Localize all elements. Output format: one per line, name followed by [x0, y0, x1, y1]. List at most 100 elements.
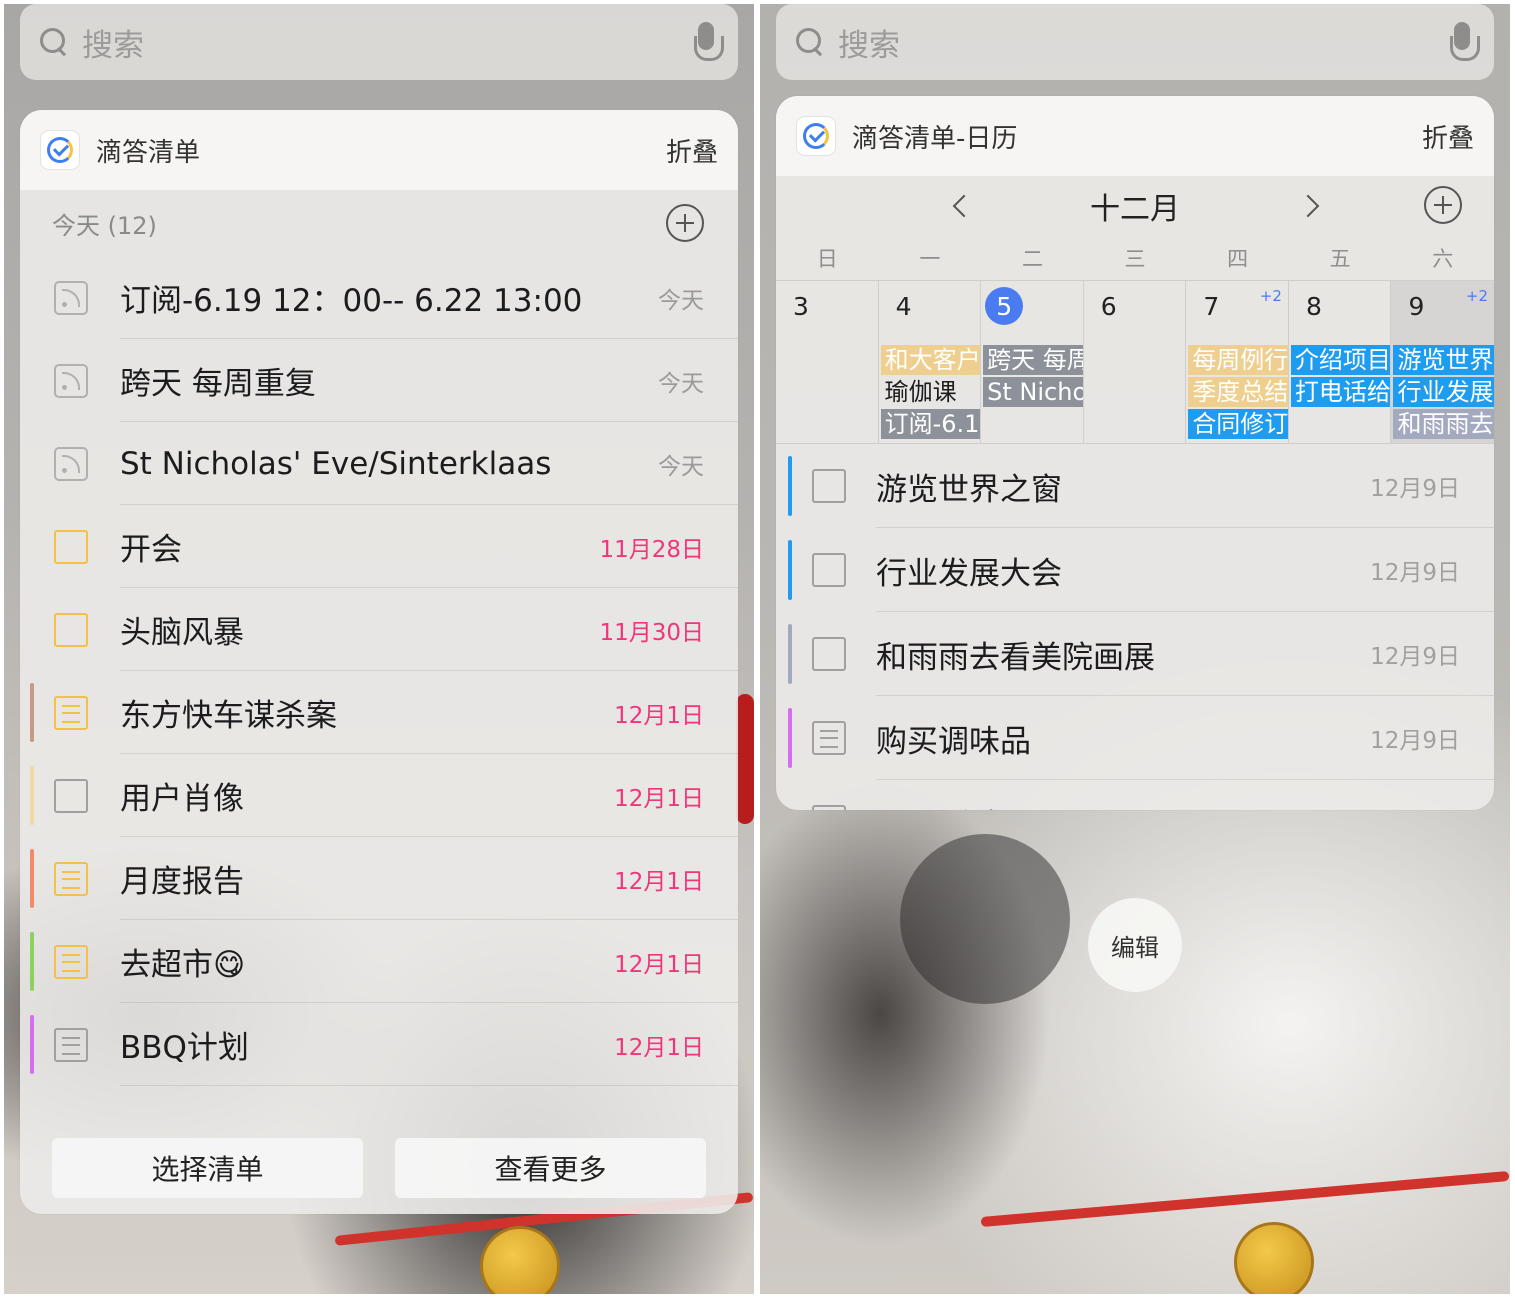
calendar-widget: 滴答清单-日历 折叠 十二月 日一二三四五六 3 4 和大客户 瑜伽课 订阅-6.1 5 跨…	[776, 96, 1494, 810]
item-date: 12月9日	[1370, 644, 1460, 670]
search-bar[interactable]: 搜索	[776, 4, 1494, 80]
add-task-icon[interactable]	[666, 204, 704, 242]
microphone-icon[interactable]	[1450, 22, 1480, 62]
calendar-event[interactable]: 每周例行	[1188, 345, 1288, 375]
day-number: 5	[985, 287, 1024, 325]
item-date: 12月1日	[614, 785, 704, 812]
item-title: 东方快车谋杀案	[120, 698, 337, 734]
weekday-row: 日一二三四五六	[776, 236, 1494, 280]
calendar-event[interactable]: 介绍项目	[1290, 345, 1391, 375]
week-row: 3 4 和大客户 瑜伽课 订阅-6.1 5 跨天 每周 St Nicho 6 7 +2 每周例行 季度总…	[776, 280, 1494, 444]
list-item[interactable]: 东方快车谋杀案 12月1日	[20, 671, 738, 754]
list-color-bar	[30, 600, 34, 659]
calendar-event[interactable]: 跨天 每周	[983, 345, 1083, 375]
search-bar[interactable]: 搜索	[20, 4, 738, 80]
calendar-event[interactable]: 打电话给	[1290, 377, 1391, 407]
checkbox-icon[interactable]	[54, 778, 88, 813]
widget-footer: 选择清单 查看更多	[20, 1086, 738, 1214]
calendar-day[interactable]: 9 +2 游览世界 行业发展 和雨雨去	[1391, 281, 1494, 443]
checkbox-icon[interactable]	[54, 529, 88, 564]
list-item[interactable]: St Nicholas' Eve/Sinterklaas 今天	[20, 422, 738, 505]
list-item[interactable]: 行业发展大会 12月9日	[776, 528, 1494, 612]
view-more-button[interactable]: 查看更多	[395, 1138, 706, 1198]
list-item[interactable]: 月度报告 12月1日	[20, 837, 738, 920]
item-title: 去超市😋	[120, 947, 246, 983]
list-color-bar	[30, 268, 34, 327]
widget-header: 滴答清单-日历 折叠	[776, 96, 1494, 176]
list-item[interactable]: 跨天 每周重复 今天	[20, 339, 738, 422]
weekday-label: 六	[1432, 247, 1454, 271]
left-screen: 搜索 滴答清单 折叠 今天 (12) 订阅-6.19 12：00-- 6.22 …	[4, 4, 754, 1294]
calendar-day[interactable]: 4 和大客户 瑜伽课 订阅-6.1	[879, 281, 982, 443]
calendar-day[interactable]: 3	[776, 281, 879, 443]
weekday-label: 一	[919, 247, 941, 271]
day-task-list: 游览世界之窗 12月9日 行业发展大会 12月9日 和雨雨去看美院画展 12月9日 购买调味…	[776, 444, 1494, 810]
collapse-button[interactable]: 折叠	[1422, 118, 1474, 155]
list-item[interactable]: BBQ计划 12月1日	[20, 1003, 738, 1086]
list-item[interactable]: 头脑风暴 11月30日	[20, 588, 738, 671]
edit-button[interactable]: 编辑	[1088, 898, 1182, 992]
checkbox-icon[interactable]	[812, 553, 846, 587]
day-events: 和大客户 瑜伽课 订阅-6.1	[880, 345, 981, 441]
checkbox-icon[interactable]	[812, 469, 846, 503]
microphone-icon[interactable]	[694, 22, 724, 62]
widget-title: 滴答清单	[96, 137, 201, 168]
item-title: 和雨雨去看美院画展	[876, 639, 1155, 676]
note-icon	[54, 944, 88, 979]
select-list-button[interactable]: 选择清单	[52, 1138, 363, 1198]
list-color-bar	[30, 351, 34, 410]
wallpaper-eye	[900, 834, 1070, 1004]
item-title: 头脑风暴	[120, 615, 244, 651]
day-number: 9	[1408, 291, 1425, 321]
calendar-event[interactable]: 游览世界	[1393, 345, 1494, 375]
app-logo-icon	[796, 116, 836, 156]
calendar-event[interactable]: 行业发展	[1393, 377, 1494, 407]
list-item[interactable]: 和雨雨去看美院画展 12月9日	[776, 612, 1494, 696]
list-color-bar	[30, 517, 34, 576]
calendar-day[interactable]: 7 +2 每周例行 季度总结 合同修订	[1186, 281, 1289, 443]
calendar-event[interactable]: 季度总结	[1188, 377, 1288, 407]
list-item[interactable]: 开会 11月28日	[20, 505, 738, 588]
calendar-day[interactable]: 8 介绍项目 打电话给	[1289, 281, 1392, 443]
item-date: 12月9日	[1370, 476, 1460, 502]
search-placeholder: 搜索	[838, 27, 900, 64]
calendar-day[interactable]: 6	[1084, 281, 1187, 443]
list-item[interactable]: 去超市😋 12月1日	[20, 920, 738, 1003]
note-icon	[54, 1027, 88, 1062]
list-color-bar	[788, 624, 792, 684]
list-item[interactable]: 购买调味品 12月9日	[776, 696, 1494, 780]
weekday-label: 四	[1227, 247, 1249, 271]
checkbox-icon[interactable]	[54, 612, 88, 647]
todo-widget: 滴答清单 折叠 今天 (12) 订阅-6.19 12：00-- 6.22 13:…	[20, 110, 738, 1214]
list-item[interactable]: 订阅-6.19 12：00-- 6.22 13:00 今天	[20, 256, 738, 339]
item-title: 开会	[120, 532, 182, 568]
feed-icon	[54, 446, 88, 481]
collapse-button[interactable]: 折叠	[666, 132, 718, 169]
list-color-bar	[30, 1015, 34, 1074]
day-number: 6	[1100, 291, 1117, 321]
calendar-event[interactable]: 订阅-6.1	[880, 409, 981, 439]
task-list: 订阅-6.19 12：00-- 6.22 13:00 今天 跨天 每周重复 今天 St …	[20, 256, 738, 1086]
calendar-event[interactable]: 合同修订	[1188, 409, 1288, 439]
item-title: 游览世界之窗	[876, 471, 1062, 508]
widget-title: 滴答清单-日历	[852, 123, 1018, 154]
wallpaper-detail	[736, 694, 754, 824]
calendar-day[interactable]: 5 跨天 每周 St Nicho	[981, 281, 1084, 443]
calendar-event[interactable]: 和雨雨去	[1393, 409, 1494, 439]
day-number: 8	[1305, 291, 1322, 321]
feed-icon	[54, 280, 88, 315]
item-date: 11月28日	[599, 536, 704, 563]
note-icon	[54, 861, 88, 896]
list-item[interactable]: 订阅测试	[776, 780, 1494, 810]
calendar-event[interactable]: St Nicho	[983, 377, 1083, 407]
calendar-event[interactable]: 瑜伽课	[881, 377, 981, 407]
add-event-icon[interactable]	[1424, 186, 1462, 224]
list-item[interactable]: 用户肖像 12月1日	[20, 754, 738, 837]
calendar-event[interactable]: 和大客户	[880, 345, 981, 375]
checkbox-icon[interactable]	[812, 637, 846, 671]
day-number: 4	[895, 291, 912, 321]
item-title: 月度报告	[120, 864, 244, 900]
row-divider	[120, 1085, 738, 1086]
item-title: 行业发展大会	[876, 555, 1062, 592]
list-item[interactable]: 游览世界之窗 12月9日	[776, 444, 1494, 528]
